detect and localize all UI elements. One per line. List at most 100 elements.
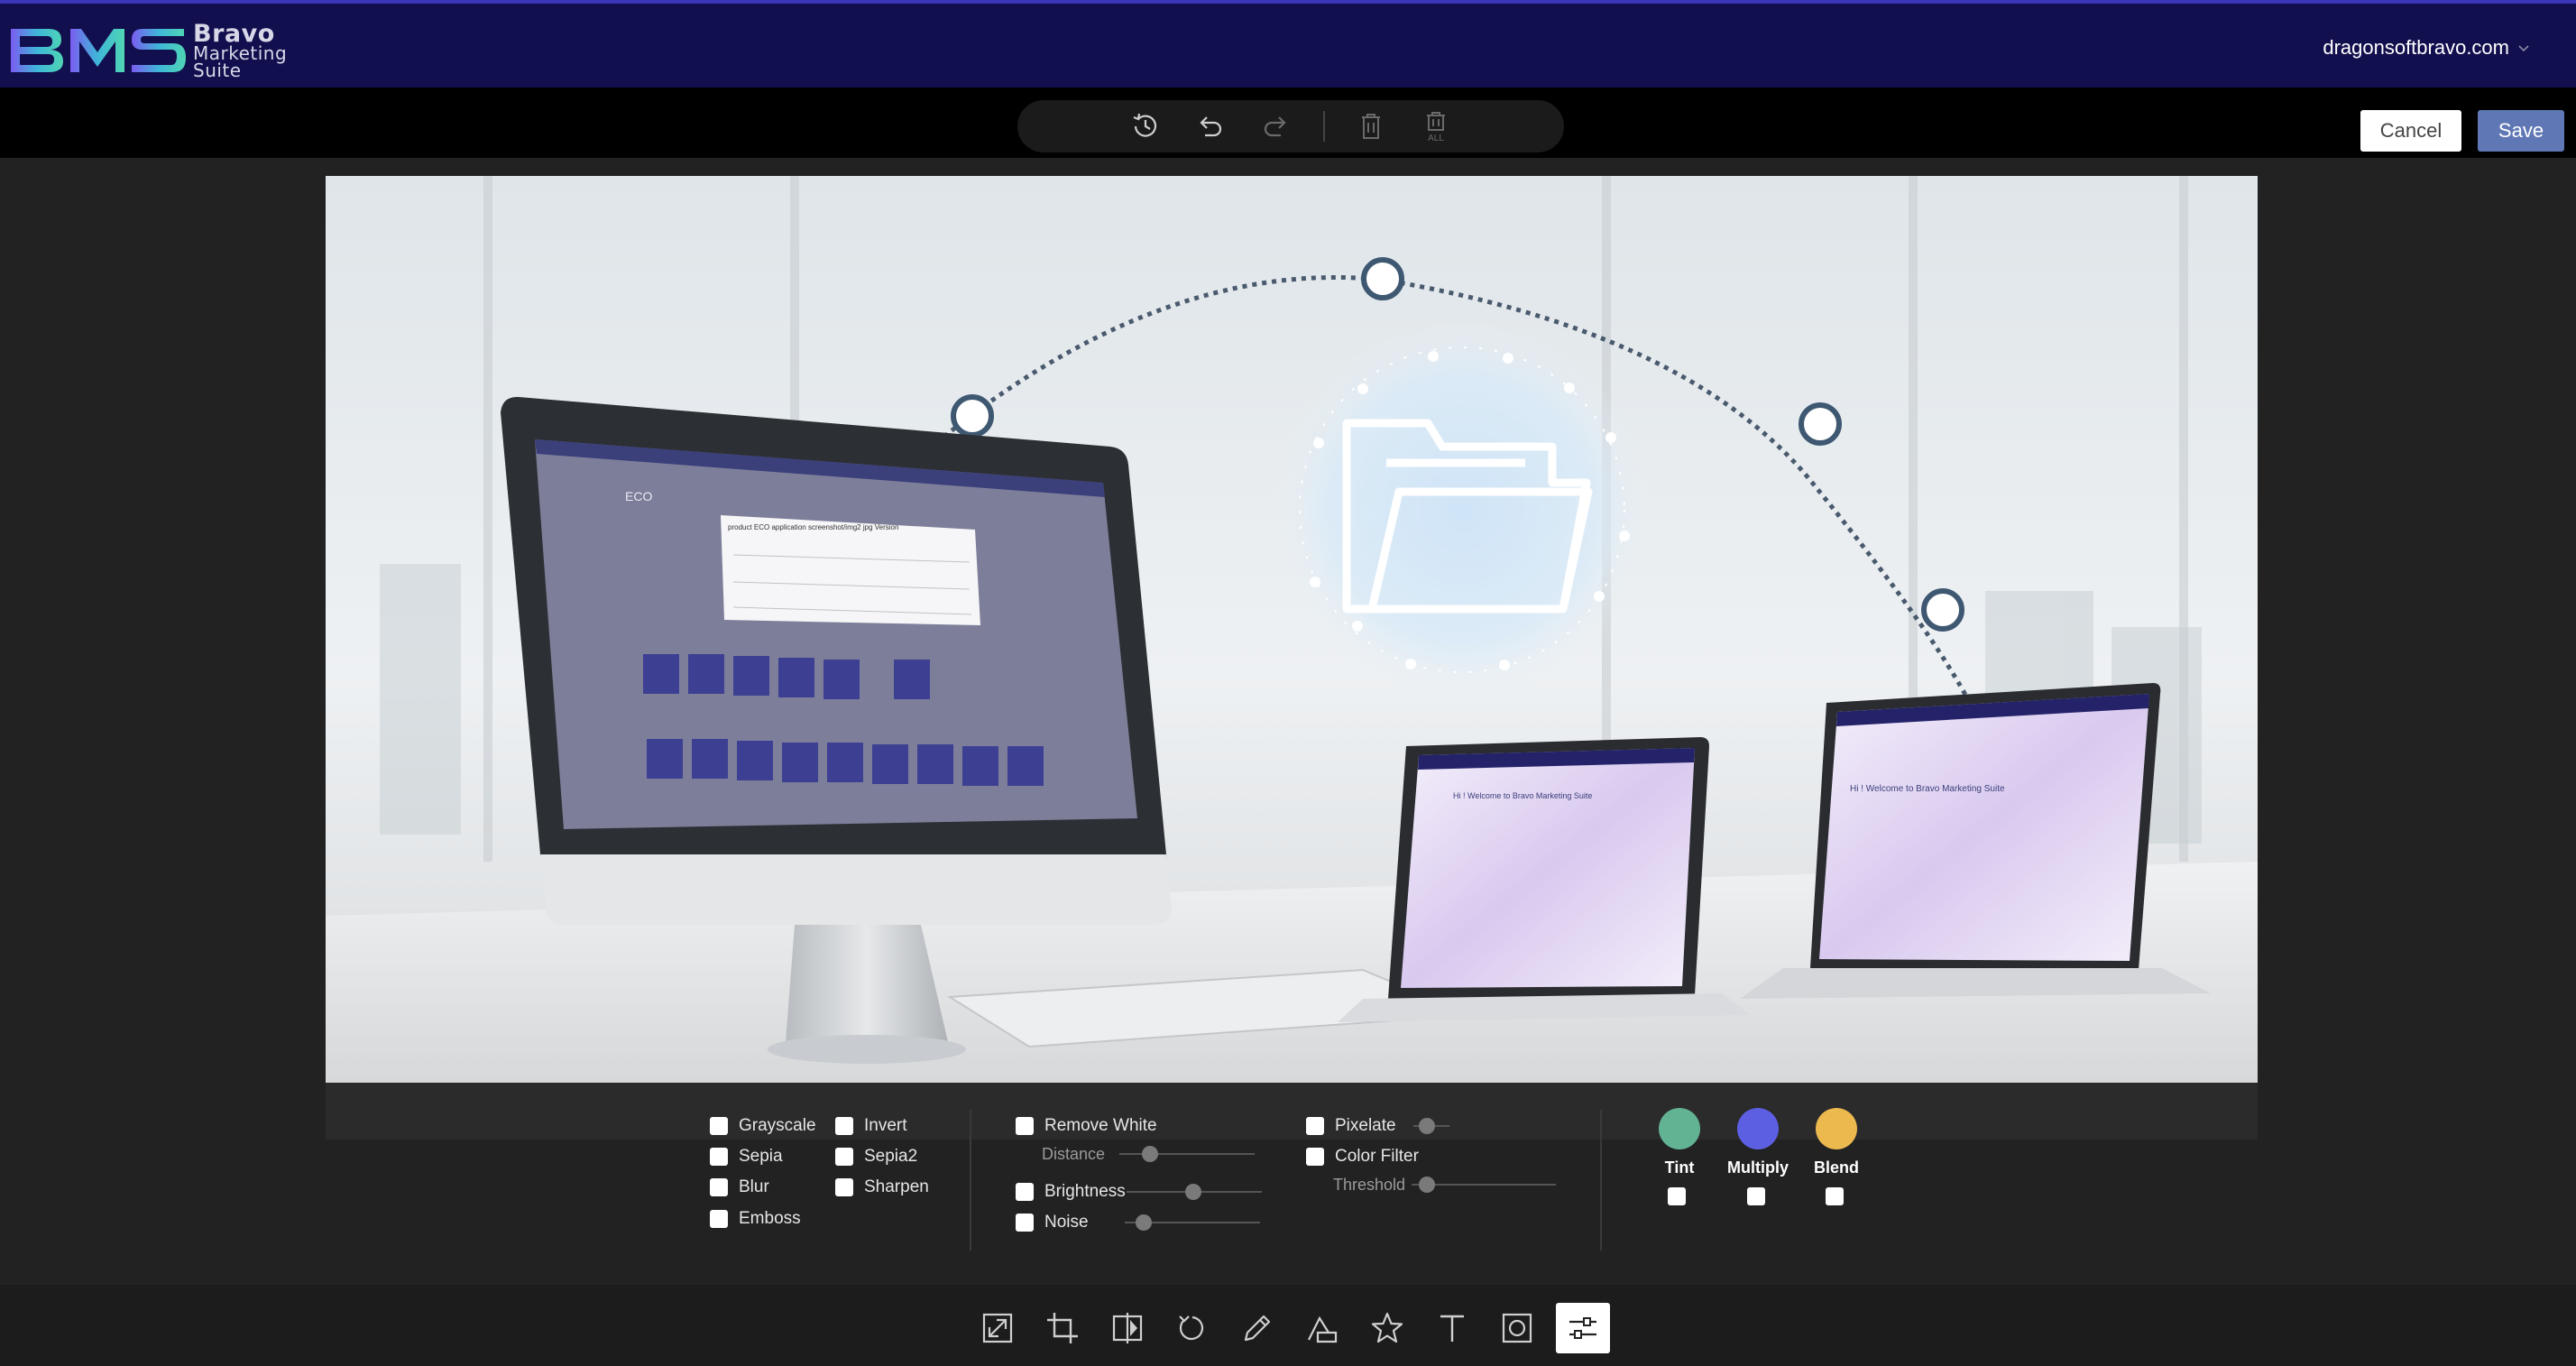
star-icon[interactable]: [1370, 1311, 1404, 1345]
noise-checkbox[interactable]: [1016, 1214, 1034, 1232]
shape-tool[interactable]: [1295, 1303, 1349, 1353]
tint-swatch[interactable]: [1659, 1108, 1700, 1149]
draw-tool[interactable]: [1230, 1303, 1284, 1353]
chevron-down-icon[interactable]: [2516, 41, 2531, 55]
mask-tool[interactable]: [1490, 1303, 1544, 1353]
distance-slider-track: [1119, 1153, 1255, 1155]
delete-all-button[interactable]: ALL: [1416, 107, 1456, 145]
sepia-checkbox[interactable]: [710, 1148, 728, 1166]
filter-noise[interactable]: Noise: [1016, 1213, 1089, 1232]
flip-icon[interactable]: [1110, 1311, 1145, 1345]
logo-text: Bravo Marketing Suite: [193, 22, 287, 79]
threshold-label: Threshold: [1333, 1176, 1406, 1194]
pixelate-checkbox[interactable]: [1306, 1117, 1324, 1135]
filter-remove-white[interactable]: Remove White: [1016, 1116, 1157, 1136]
resize-icon[interactable]: [980, 1311, 1015, 1345]
brightness-slider-handle[interactable]: [1185, 1184, 1201, 1200]
emboss-checkbox[interactable]: [710, 1210, 728, 1228]
distance-slider[interactable]: [1119, 1146, 1255, 1162]
multiply-checkbox[interactable]: [1747, 1187, 1765, 1205]
filter-color-filter[interactable]: Color Filter: [1306, 1147, 1419, 1167]
sepia2-label: Sepia2: [864, 1147, 918, 1166]
noise-label: Noise: [1044, 1213, 1089, 1232]
text-icon[interactable]: [1435, 1311, 1469, 1345]
sharpen-label: Sharpen: [864, 1177, 929, 1196]
invert-checkbox[interactable]: [835, 1117, 853, 1135]
filter-tool[interactable]: [1556, 1303, 1610, 1353]
history-button[interactable]: [1126, 107, 1165, 145]
grayscale-checkbox[interactable]: [710, 1117, 728, 1135]
brightness-label: Brightness: [1044, 1182, 1126, 1201]
imac-screen-heading: ECO: [625, 489, 652, 503]
save-button[interactable]: Save: [2478, 110, 2564, 152]
blur-checkbox[interactable]: [710, 1178, 728, 1196]
undo-button[interactable]: [1191, 107, 1230, 145]
delete-button[interactable]: [1351, 107, 1391, 145]
user-email[interactable]: dragonsoftbravo.com: [2323, 36, 2509, 60]
cancel-button[interactable]: Cancel: [2360, 110, 2461, 152]
noise-slider-handle[interactable]: [1136, 1214, 1152, 1231]
brightness-slider[interactable]: [1127, 1184, 1262, 1200]
distance-label: Distance: [1042, 1145, 1106, 1163]
filter-pixelate[interactable]: Pixelate: [1306, 1116, 1396, 1136]
sharpen-checkbox[interactable]: [835, 1178, 853, 1196]
undo-icon[interactable]: [1194, 110, 1227, 143]
emboss-label: Emboss: [739, 1209, 801, 1228]
filter-sepia[interactable]: Sepia: [710, 1147, 783, 1167]
threshold-slider[interactable]: [1412, 1177, 1556, 1193]
editor-toolbar: ALL Cancel Save: [0, 88, 2576, 158]
filter-sharpen[interactable]: Sharpen: [835, 1177, 929, 1197]
shape-icon[interactable]: [1305, 1311, 1339, 1345]
distance-slider-handle[interactable]: [1142, 1146, 1158, 1162]
redo-button[interactable]: [1256, 107, 1295, 145]
sepia2-checkbox[interactable]: [835, 1148, 853, 1166]
pixelate-slider-handle[interactable]: [1419, 1118, 1435, 1134]
mask-icon[interactable]: [1500, 1311, 1534, 1345]
filter-blur[interactable]: Blur: [710, 1177, 769, 1197]
pixelate-label: Pixelate: [1335, 1116, 1396, 1135]
crop-icon[interactable]: [1045, 1311, 1080, 1345]
toolbar-divider: [1323, 111, 1325, 142]
canvas-image[interactable]: ECO product ECO application screenshot/i…: [326, 176, 2258, 1083]
user-menu[interactable]: dragonsoftbravo.com: [2323, 36, 2531, 60]
delete-all-icon[interactable]: ALL: [1420, 110, 1452, 143]
redo-icon[interactable]: [1259, 110, 1292, 143]
tint-checkbox[interactable]: [1668, 1187, 1686, 1205]
logo[interactable]: Bravo Marketing Suite: [7, 22, 296, 79]
delete-icon[interactable]: [1355, 110, 1387, 143]
image-canvas[interactable]: ECO product ECO application screenshot/i…: [326, 176, 2258, 1083]
multiply-swatch[interactable]: [1737, 1108, 1779, 1149]
invert-label: Invert: [864, 1116, 907, 1135]
color-filter-checkbox[interactable]: [1306, 1148, 1324, 1166]
noise-slider[interactable]: [1125, 1214, 1260, 1231]
blur-label: Blur: [739, 1177, 769, 1196]
remove-white-checkbox[interactable]: [1016, 1117, 1034, 1135]
filter-brightness[interactable]: Brightness: [1016, 1182, 1126, 1202]
history-icon[interactable]: [1129, 110, 1162, 143]
blend-checkbox[interactable]: [1826, 1187, 1844, 1205]
pixelate-slider[interactable]: [1413, 1118, 1449, 1134]
brightness-checkbox[interactable]: [1016, 1183, 1034, 1201]
filter-icon[interactable]: [1566, 1311, 1600, 1345]
filter-grayscale[interactable]: Grayscale: [710, 1116, 816, 1136]
rotate-icon[interactable]: [1175, 1311, 1210, 1345]
draw-icon[interactable]: [1240, 1311, 1274, 1345]
laptop1-welcome: Hi ! Welcome to Bravo Marketing Suite: [1453, 791, 1592, 800]
flip-tool[interactable]: [1100, 1303, 1155, 1353]
filter-panel: Grayscale Sepia Blur Emboss Invert Sepia…: [326, 1083, 2258, 1285]
filter-sepia2[interactable]: Sepia2: [835, 1147, 917, 1167]
blend-swatch[interactable]: [1816, 1108, 1857, 1149]
app-header: Bravo Marketing Suite dragonsoftbravo.co…: [0, 0, 2576, 88]
multiply-label: Multiply: [1727, 1158, 1789, 1177]
rotate-tool[interactable]: [1165, 1303, 1219, 1353]
threshold-slider-handle[interactable]: [1419, 1177, 1435, 1193]
filter-emboss[interactable]: Emboss: [710, 1209, 801, 1229]
icon-tool[interactable]: [1360, 1303, 1414, 1353]
laptop2-welcome: Hi ! Welcome to Bravo Marketing Suite: [1850, 784, 2005, 794]
filter-divider: [1600, 1110, 1602, 1251]
resize-tool[interactable]: [971, 1303, 1025, 1353]
text-tool[interactable]: [1425, 1303, 1479, 1353]
filter-invert[interactable]: Invert: [835, 1116, 907, 1136]
color-filter-label: Color Filter: [1335, 1147, 1419, 1166]
crop-tool[interactable]: [1035, 1303, 1090, 1353]
